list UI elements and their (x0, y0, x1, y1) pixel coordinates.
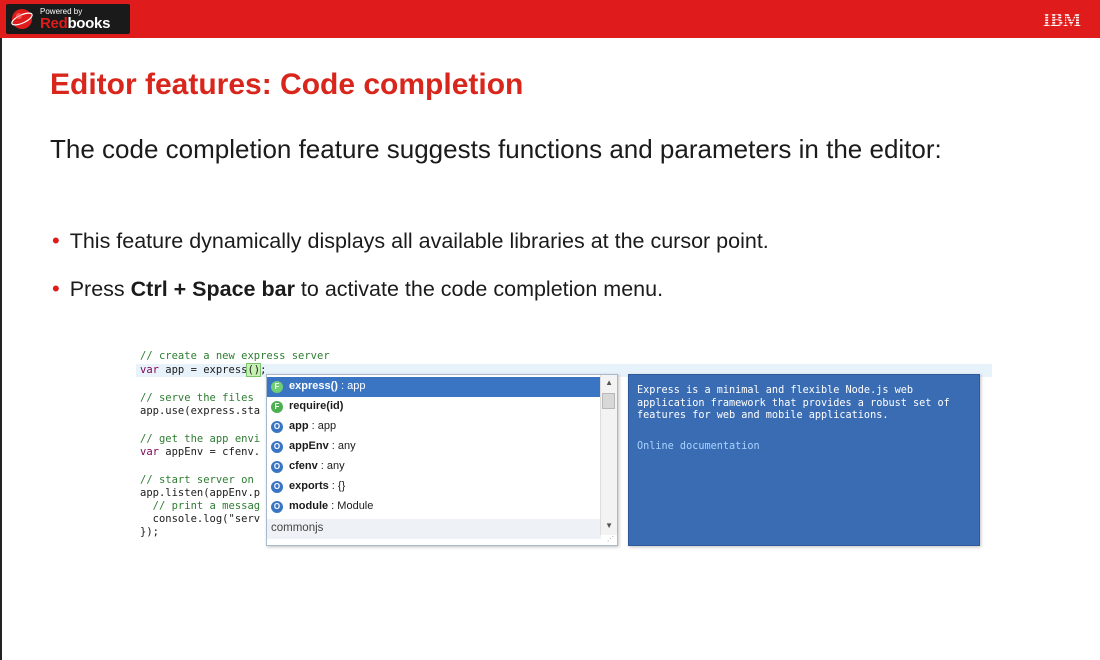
ibm-logo-icon: IBM (1043, 10, 1081, 29)
completion-group-header: commonjs (267, 519, 601, 539)
code-line: console.log("serv (140, 513, 261, 525)
completion-item[interactable]: O cfenv : any (267, 457, 601, 477)
ibm-logo-text: IBM (1043, 10, 1081, 29)
code-completion-popup: F express() : app F require(id) O app : … (266, 374, 618, 546)
code-keyword: var (140, 364, 159, 376)
code-line: var appEnv = cfenv. (140, 446, 260, 458)
bullet-dot-icon: • (52, 276, 60, 301)
bullet-item: • Press Ctrl + Space bar to activate the … (52, 276, 663, 302)
completion-item[interactable]: O exports : {} (267, 477, 601, 497)
object-icon: O (271, 481, 283, 493)
bullet-text-bold: Ctrl + Space bar (130, 277, 295, 301)
code-text: appEnv = cfenv. (158, 446, 261, 458)
completion-item[interactable]: F require(id) (267, 397, 601, 417)
logo-brand-text: Redbooks (40, 15, 110, 32)
slide-left-border (0, 0, 2, 660)
code-line: // get the app envi (140, 433, 261, 445)
bullet-text-before: Press (69, 277, 131, 301)
code-line: }); (140, 526, 159, 538)
code-line: // create a new express server (140, 350, 330, 362)
matched-parens: () (246, 363, 262, 377)
completion-item-text: appEnv : any (289, 440, 356, 452)
scroll-down-arrow-icon[interactable]: ▼ (605, 521, 613, 530)
code-line: var app = express(); (140, 363, 266, 377)
code-line: app.listen(appEnv.p (140, 487, 261, 499)
completion-item-text: exports : {} (289, 480, 346, 492)
completion-item-text: cfenv : any (289, 460, 345, 472)
code-line: app.use(express.sta (140, 405, 261, 417)
completion-item[interactable]: F express() : app (267, 377, 601, 397)
object-icon: O (271, 441, 283, 453)
completion-item[interactable]: O module : Module (267, 497, 601, 517)
redbooks-globe-icon (11, 9, 33, 29)
logo-brand-white: books (67, 15, 111, 32)
completion-item[interactable]: O appEnv : any (267, 437, 601, 457)
logo-brand-red: Red (40, 15, 68, 32)
intro-text: The code completion feature suggests fun… (50, 134, 942, 164)
slide-title: Editor features: Code completion (50, 68, 524, 101)
function-icon: F (271, 401, 283, 413)
completion-item-text: require(id) (289, 400, 344, 412)
function-icon: F (271, 381, 283, 393)
code-line: // serve the files (140, 392, 254, 404)
completion-item[interactable]: O app : app (267, 417, 601, 437)
redbooks-logo: Powered by Redbooks (6, 4, 130, 34)
completion-item-text: app : app (289, 420, 337, 432)
completion-scrollbar[interactable]: ▲ ▼ (600, 375, 617, 535)
scroll-thumb[interactable] (602, 393, 615, 409)
bullet-text-after: to activate the code completion menu. (294, 277, 664, 301)
object-icon: O (271, 501, 283, 513)
header-bar: Powered by Redbooks IBM (0, 0, 1100, 38)
completion-item-text: module : Module (289, 500, 374, 512)
object-icon: O (271, 461, 283, 473)
object-icon: O (271, 421, 283, 433)
scroll-up-arrow-icon[interactable]: ▲ (605, 378, 613, 387)
bullet-item: • This feature dynamically displays all a… (52, 228, 769, 254)
code-line: // print a messag (140, 500, 261, 512)
code-keyword: var (140, 446, 159, 458)
code-line: // start server on (140, 474, 254, 486)
resize-grip-icon[interactable]: ⋰ (607, 535, 615, 543)
completion-item-text: express() : app (289, 380, 366, 392)
code-text: app = express (158, 364, 248, 376)
bullet-dot-icon: • (52, 228, 60, 253)
bullet-text: This feature dynamically displays all av… (69, 229, 769, 253)
documentation-text: Express is a minimal and flexible Node.j… (637, 385, 950, 421)
documentation-panel: Express is a minimal and flexible Node.j… (628, 374, 980, 546)
online-documentation-link[interactable]: Online documentation (637, 441, 760, 452)
editor-screenshot: // create a new express server var app =… (136, 346, 992, 556)
